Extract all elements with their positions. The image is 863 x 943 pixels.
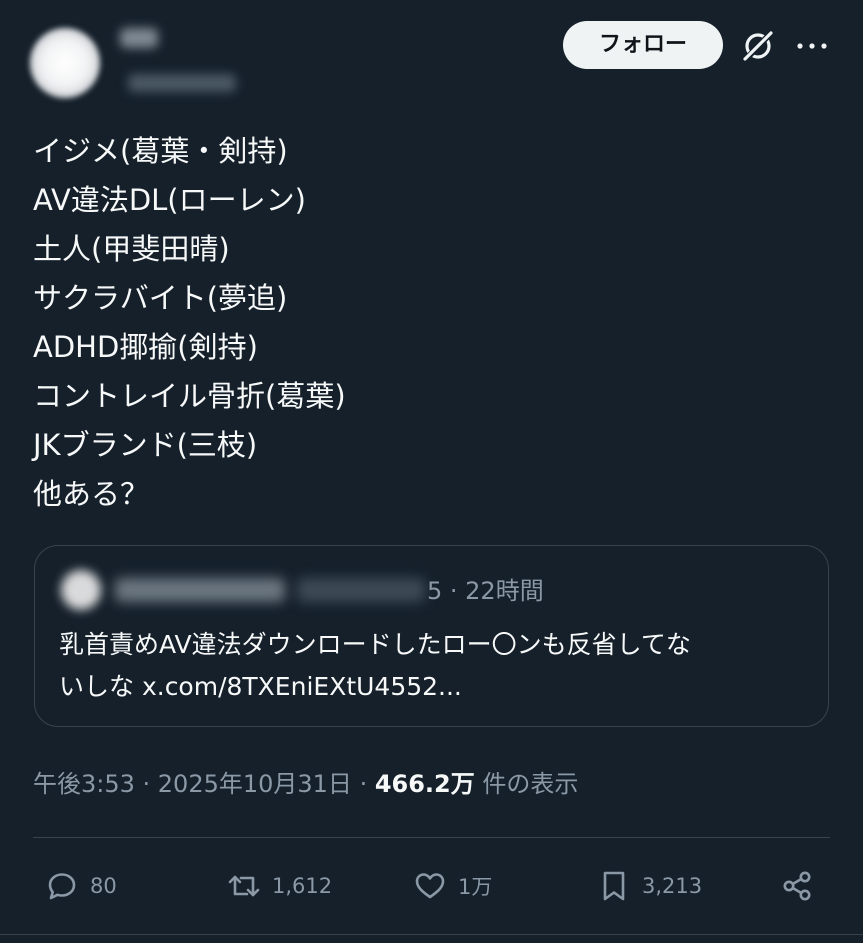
quoted-timestamp: 5 · 22時間 [427, 577, 544, 605]
avatar[interactable] [30, 28, 100, 98]
post-text: イジメ(葛葉・剣持) AV違法DL(ローレン) 土人(甲斐田晴) サクラバイト(… [33, 127, 823, 519]
post-text-line: ADHD揶揄(剣持) [33, 330, 258, 364]
share-button[interactable] [779, 864, 815, 908]
share-icon [783, 871, 811, 901]
quoted-author-handle-redacted [297, 578, 425, 602]
quoted-text-line: 乳首責めAV違法ダウンロードしたロー〇ンも反省してな [59, 630, 691, 659]
repost-button[interactable]: 1,612 [226, 864, 332, 908]
author-name-redacted[interactable] [120, 28, 158, 48]
post-text-line: イジメ(葛葉・剣持) [33, 134, 288, 168]
like-icon [415, 873, 445, 899]
repost-icon [228, 875, 260, 897]
post-timestamp[interactable]: 午後3:53 · 2025年10月31日 · [33, 770, 375, 798]
quoted-author-name-redacted [115, 578, 285, 602]
follow-button[interactable]: フォロー [563, 21, 723, 69]
views-label: 件の表示 [474, 770, 579, 798]
post-text-line: 他ある？ [33, 477, 150, 511]
post-text-line: AV違法DL(ローレン) [33, 183, 306, 217]
reply-button[interactable]: 80 [44, 864, 117, 908]
quoted-text-line[interactable]: いしな x.com/8TXEniEXtU4552... [59, 666, 809, 708]
post-text-line: 土人(甲斐田晴) [33, 232, 230, 266]
views-count: 466.2万 [374, 770, 475, 798]
more-icon[interactable] [794, 32, 830, 60]
quoted-avatar [61, 570, 101, 610]
bottom-divider [0, 934, 863, 935]
bookmark-count: 3,213 [642, 874, 703, 898]
quoted-post[interactable]: 5 · 22時間 乳首責めAV違法ダウンロードしたロー〇ンも反省してな いしな … [34, 545, 829, 727]
post-detail: フォロー イジメ(葛葉・剣持) AV違法DL(ローレン) 土人(甲斐田晴) サク… [0, 0, 863, 943]
post-text-line: JKブランド(三枝) [33, 428, 258, 462]
reply-count: 80 [90, 874, 117, 898]
like-count: 1万 [458, 875, 493, 899]
post-text-line: サクラバイト(夢追) [33, 281, 288, 315]
post-text-line: コントレイル骨折(葛葉) [33, 379, 346, 413]
grok-icon[interactable] [740, 28, 776, 64]
author-handle-redacted [128, 74, 236, 92]
quoted-text: 乳首責めAV違法ダウンロードしたロー〇ンも反省してな いしな x.com/8TX… [59, 624, 809, 708]
bookmark-button[interactable]: 3,213 [596, 864, 702, 908]
post-meta: 午後3:53 · 2025年10月31日 · 466.2万 件の表示 [33, 766, 578, 802]
bookmark-icon [603, 871, 625, 901]
like-button[interactable]: 1万 [412, 864, 492, 908]
divider [33, 837, 830, 838]
reply-icon [48, 873, 76, 900]
repost-count: 1,612 [272, 874, 333, 898]
